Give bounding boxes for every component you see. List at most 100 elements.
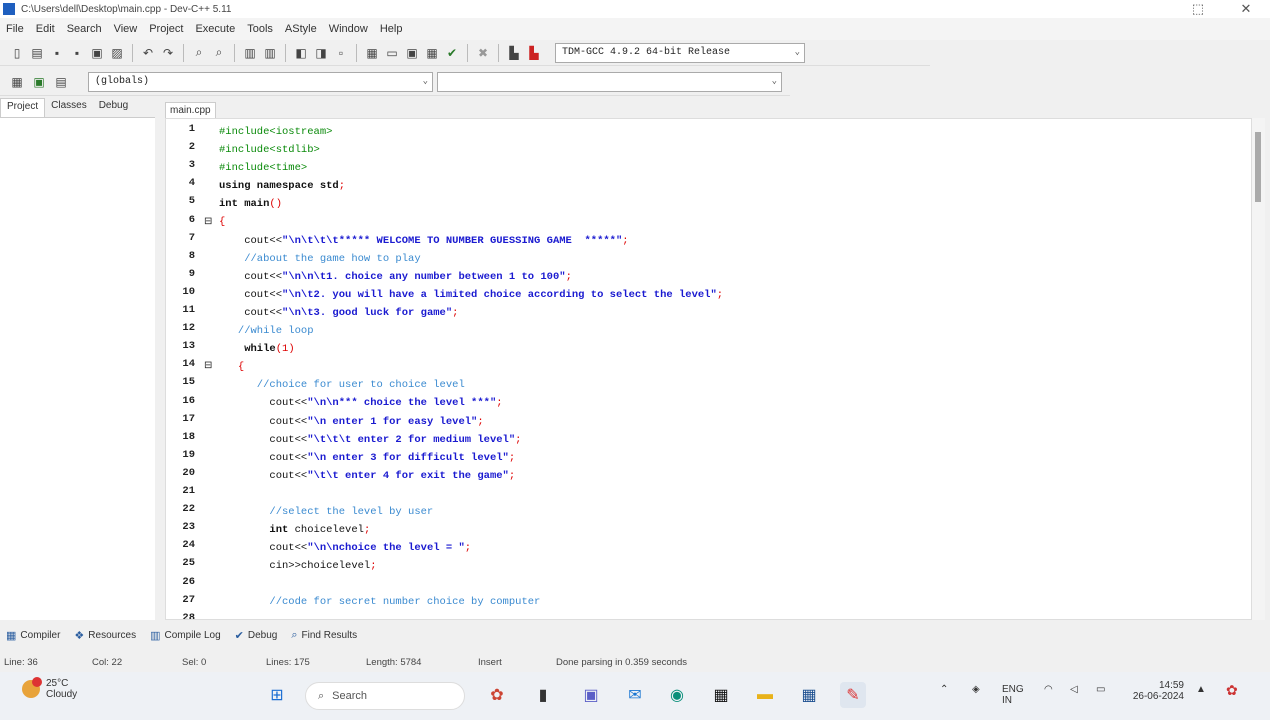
toggle-icon[interactable]: ▤	[52, 73, 70, 91]
code-line[interactable]: cout<<"\n\t3. good luck for game";	[219, 304, 723, 322]
back-icon[interactable]: ◧	[292, 44, 310, 62]
volume-icon[interactable]: ◁	[1070, 684, 1078, 695]
bookmark-icon[interactable]: ▫	[332, 44, 350, 62]
compile-icon[interactable]: ▦	[363, 44, 381, 62]
scrollbar-thumb[interactable]	[1255, 132, 1261, 202]
code-line[interactable]: #include<time>	[219, 159, 723, 177]
code-line[interactable]: int choicelevel;	[219, 521, 723, 539]
file-explorer-icon[interactable]: ▬	[752, 682, 778, 708]
profile-icon[interactable]: ▙	[505, 44, 523, 62]
menu-item-view[interactable]: View	[108, 23, 144, 35]
compiler-select[interactable]: TDM-GCC 4.9.2 64-bit Release ⌄	[555, 42, 805, 63]
menu-item-file[interactable]: File	[0, 23, 30, 35]
task-view-icon[interactable]: ▮	[530, 682, 556, 708]
code-line[interactable]: int main()	[219, 195, 723, 213]
devcpp-taskbar-icon[interactable]: ▦	[796, 682, 822, 708]
code-area[interactable]: #include<iostream> #include<stdlib> #inclu…	[219, 123, 723, 619]
menu-item-astyle[interactable]: AStyle	[279, 23, 323, 35]
vertical-scrollbar[interactable]	[1252, 118, 1265, 620]
menu-item-execute[interactable]: Execute	[189, 23, 241, 35]
tab-find-results[interactable]: ⌕ Find Results	[291, 629, 357, 642]
code-line[interactable]: //code for secret number choice by compu…	[219, 593, 723, 611]
open-icon[interactable]: ▤	[28, 44, 46, 62]
redo-icon[interactable]: ↷	[159, 44, 177, 62]
battery-icon[interactable]: ▭	[1096, 684, 1105, 695]
undo-icon[interactable]: ↶	[139, 44, 157, 62]
store-icon[interactable]: ▦	[708, 682, 734, 708]
tab-project[interactable]: Project	[0, 98, 46, 117]
teams-icon[interactable]: ▣	[578, 682, 604, 708]
tab-debug[interactable]: ✔ Debug	[235, 629, 278, 642]
search-box[interactable]: ⌕ Search	[305, 682, 465, 710]
menu-item-search[interactable]: Search	[61, 23, 108, 35]
compile-run-icon[interactable]: ▣	[403, 44, 421, 62]
code-line[interactable]: //about the game how to play	[219, 250, 723, 268]
scope-select[interactable]: (globals) ⌄	[88, 71, 433, 92]
start-icon[interactable]: ⊞	[264, 682, 290, 708]
app-taskbar-icon[interactable]: ✎	[840, 682, 866, 708]
code-line[interactable]: cout<<"\n\n*** choice the level ***";	[219, 394, 723, 412]
unindent-icon[interactable]: ▥	[261, 44, 279, 62]
code-line[interactable]: cout<<"\n\n\t1. choice any number betwee…	[219, 268, 723, 286]
copilot-icon[interactable]: ✿	[1226, 682, 1238, 699]
find-icon[interactable]: ⌕	[190, 44, 208, 62]
menu-item-project[interactable]: Project	[143, 23, 189, 35]
code-line[interactable]: cout<<"\t\t enter 4 for exit the game";	[219, 467, 723, 485]
forward-icon[interactable]: ◨	[312, 44, 330, 62]
code-line[interactable]: #include<stdlib>	[219, 141, 723, 159]
notification-icon[interactable]: ▲	[1196, 684, 1206, 695]
close-icon[interactable]: ✕	[1226, 0, 1266, 18]
save-icon[interactable]: ▪	[48, 44, 66, 62]
code-line[interactable]	[219, 485, 723, 503]
code-line[interactable]: cout<<"\n enter 1 for easy level";	[219, 413, 723, 431]
code-line[interactable]: #include<iostream>	[219, 123, 723, 141]
code-line[interactable]: cout<<"\n\t2. you will have a limited ch…	[219, 286, 723, 304]
weather-widget[interactable]: 25°C Cloudy	[22, 677, 77, 700]
minimize-icon[interactable]: ⬚	[1178, 0, 1218, 18]
menu-item-window[interactable]: Window	[323, 23, 374, 35]
close-file-icon[interactable]: ▣	[88, 44, 106, 62]
insert-icon[interactable]: ▣	[30, 73, 48, 91]
code-line[interactable]: //while loop	[219, 322, 723, 340]
new-file-icon[interactable]: ▯	[8, 44, 26, 62]
code-line[interactable]: cin>>choicelevel;	[219, 557, 723, 575]
tab-debug[interactable]: Debug	[93, 98, 134, 117]
new-class-icon[interactable]: ▦	[8, 73, 26, 91]
mail-icon[interactable]: ✉	[622, 682, 648, 708]
run-icon[interactable]: ▭	[383, 44, 401, 62]
menu-item-tools[interactable]: Tools	[241, 23, 279, 35]
tab-classes[interactable]: Classes	[45, 98, 93, 117]
code-line[interactable]: {	[219, 213, 723, 231]
code-line[interactable]: while(1)	[219, 340, 723, 358]
code-line[interactable]: //choice for user to choice level	[219, 376, 723, 394]
fold-toggle-icon[interactable]: ⊟	[204, 360, 212, 372]
stop-icon[interactable]: ✖	[474, 44, 492, 62]
indent-icon[interactable]: ▥	[241, 44, 259, 62]
code-line[interactable]: cout<<"\n\nchoice the level = ";	[219, 539, 723, 557]
print-icon[interactable]: ▨	[108, 44, 126, 62]
check-icon[interactable]: ✔	[443, 44, 461, 62]
code-line[interactable]: {	[219, 358, 723, 376]
code-line[interactable]: cout<<"\n enter 3 for difficult level";	[219, 449, 723, 467]
widgets-icon[interactable]: ✿	[484, 682, 510, 708]
menu-item-help[interactable]: Help	[374, 23, 409, 35]
menu-item-edit[interactable]: Edit	[30, 23, 61, 35]
tab-compiler[interactable]: ▦ Compiler	[6, 629, 60, 642]
code-line[interactable]: //select the level by user	[219, 503, 723, 521]
tab-main-cpp[interactable]: main.cpp	[165, 102, 216, 118]
code-line[interactable]: cout<<"\t\t\t enter 2 for medium level";	[219, 431, 723, 449]
tab-resources[interactable]: ❖ Resources	[74, 629, 136, 642]
replace-icon[interactable]: ⌕	[210, 44, 228, 62]
fold-toggle-icon[interactable]: ⊟	[204, 216, 212, 228]
chevron-up-icon[interactable]: ⌃	[940, 684, 948, 695]
code-line[interactable]	[219, 575, 723, 593]
rebuild-icon[interactable]: ▦	[423, 44, 441, 62]
network-tray-icon[interactable]: ◈	[972, 684, 980, 695]
code-line[interactable]: cout<<"\n\t\t\t***** WELCOME TO NUMBER G…	[219, 232, 723, 250]
edge-icon[interactable]: ◉	[664, 682, 690, 708]
language-indicator[interactable]: ENG IN	[1002, 684, 1032, 706]
code-line[interactable]: using namespace std;	[219, 177, 723, 195]
tab-compile-log[interactable]: ▥ Compile Log	[150, 629, 221, 642]
save-all-icon[interactable]: ▪	[68, 44, 86, 62]
wifi-icon[interactable]: ◠	[1044, 684, 1053, 695]
